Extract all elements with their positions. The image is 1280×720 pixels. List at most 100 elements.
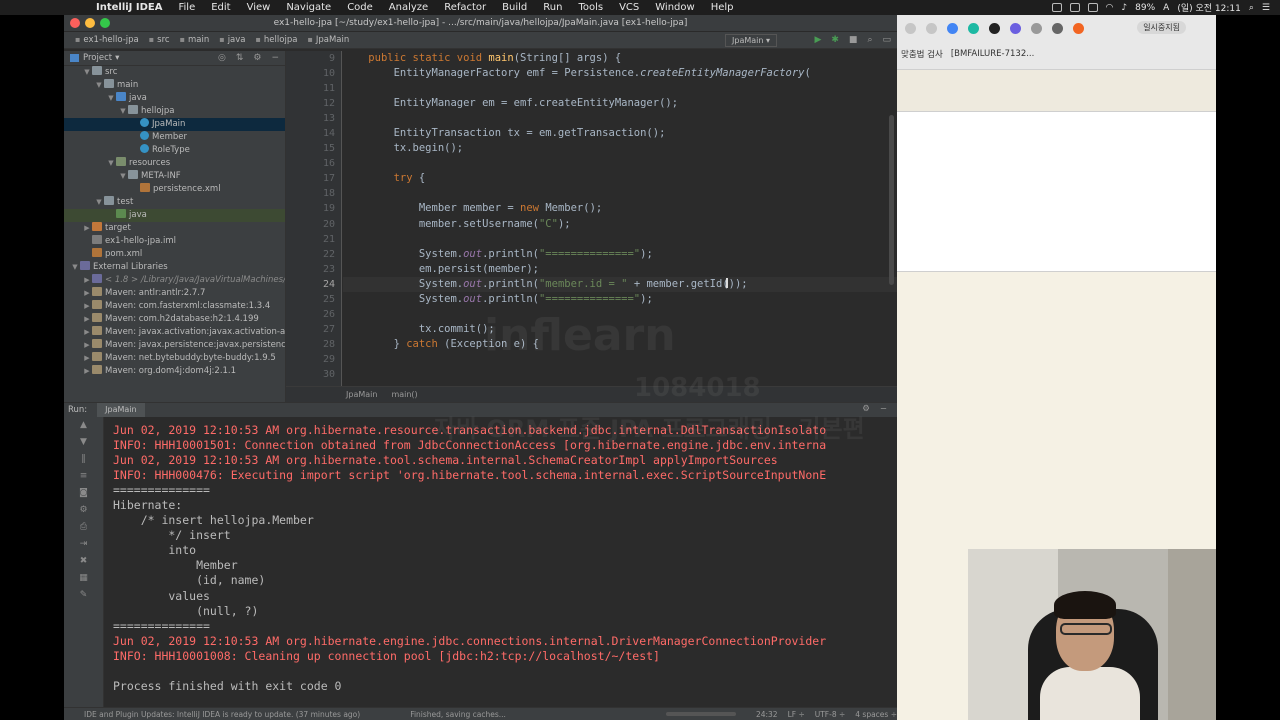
file-encoding[interactable]: UTF-8 ÷ [815,710,846,719]
code-line[interactable]: tx.begin(); [343,141,897,156]
console-output[interactable]: Jun 02, 2019 12:10:53 AM org.hibernate.r… [113,423,888,698]
line-number[interactable]: 11 [286,81,341,96]
code-line[interactable] [343,81,897,96]
menu-vcs[interactable]: VCS [611,2,647,13]
line-number[interactable]: 27 [286,322,341,337]
expand-arrow-icon[interactable]: ▶ [82,339,92,352]
code-line[interactable] [343,232,897,247]
breadcrumb-item[interactable]: JpaMain [302,35,354,45]
line-number[interactable]: 25 [286,292,341,307]
extension-icon[interactable] [968,22,979,34]
breadcrumb-item[interactable]: java [214,35,250,45]
menu-icon[interactable]: ☰ [1262,3,1270,13]
menu-view[interactable]: View [239,2,279,13]
menu-run[interactable]: Run [535,2,570,13]
tree-item[interactable]: pom.xml [64,248,285,261]
code-line[interactable]: public static void main(String[] args) { [343,51,897,66]
expand-arrow-icon[interactable]: ▼ [94,79,104,92]
bookmark-item[interactable]: [BMFAILURE-7132... [951,49,1035,59]
settings-icon[interactable]: ⚙ [64,502,103,519]
code-line[interactable]: member.setUsername("C"); [343,217,897,232]
trash-icon[interactable]: ✖ [64,553,103,570]
soft-wrap-icon[interactable]: ≡ [64,468,103,485]
breadcrumb-item[interactable]: src [144,35,175,45]
code-line[interactable]: EntityTransaction tx = em.getTransaction… [343,126,897,141]
expand-arrow-icon[interactable]: ▼ [106,157,116,170]
expand-arrow-icon[interactable]: ▼ [94,196,104,209]
tree-item[interactable]: ▶ < 1.8 > /Library/Java/JavaVirtualMachin… [64,274,285,287]
rerun-icon[interactable]: ▲ [64,417,103,434]
line-number[interactable]: 15 [286,141,341,156]
search-icon[interactable]: ⌕ [867,35,872,45]
status-icon[interactable] [1069,3,1080,12]
line-number[interactable]: 21 [286,232,341,247]
line-number[interactable]: 13 [286,111,341,126]
code-editor[interactable]: public static void main(String[] args) {… [343,51,897,386]
print-icon[interactable]: ⎙ [64,519,103,536]
expand-arrow-icon[interactable]: ▶ [82,352,92,365]
menu-tools[interactable]: Tools [570,2,611,13]
expand-arrow-icon[interactable]: ▶ [82,274,92,287]
line-number[interactable]: 10 [286,66,341,81]
bookmark-item[interactable]: 맞춤법 검사 [901,48,943,60]
code-line[interactable] [343,307,897,322]
code-line[interactable]: } catch (Exception e) { [343,337,897,352]
expand-arrow-icon[interactable]: ▶ [82,313,92,326]
line-number[interactable]: 17 [286,171,341,186]
line-number[interactable]: 16 [286,156,341,171]
collapse-icon[interactable]: ⇅ [236,53,244,63]
code-line[interactable]: try { [343,171,897,186]
tree-item[interactable]: ▶ Maven: javax.activation:javax.activatio… [64,326,285,339]
expand-arrow-icon[interactable]: ▼ [70,261,80,274]
status-icon[interactable] [1087,3,1098,12]
tree-item[interactable]: ▼ hellojpa [64,105,285,118]
line-number[interactable]: 9 [286,51,341,66]
extension-icon[interactable] [1052,22,1063,34]
expand-arrow-icon[interactable]: ▼ [118,170,128,183]
expand-arrow-icon[interactable]: ▶ [82,300,92,313]
tree-item[interactable]: ▼ java [64,92,285,105]
expand-arrow-icon[interactable]: ▶ [82,365,92,378]
menu-code[interactable]: Code [339,2,381,13]
tree-item[interactable]: ▼ main [64,79,285,92]
layout-icon[interactable]: ▦ [64,570,103,587]
code-line[interactable]: System.out.println("=============="); [343,247,897,262]
extension-icon[interactable] [1073,22,1084,34]
menu-build[interactable]: Build [494,2,535,13]
extension-icon[interactable] [1010,22,1021,34]
tree-item[interactable]: ▶ Maven: antlr:antlr:2.7.7 [64,287,285,300]
target-icon[interactable]: ◎ [218,53,226,63]
menu-help[interactable]: Help [703,2,742,13]
code-line[interactable]: em.persist(member); [343,262,897,277]
expand-arrow-icon[interactable]: ▼ [106,92,116,105]
tree-item[interactable]: ▼ src [64,66,285,79]
camera-icon[interactable]: ◙ [64,485,103,502]
line-number[interactable]: 20 [286,217,341,232]
code-line[interactable] [343,186,897,201]
code-line[interactable] [343,156,897,171]
gear-icon[interactable]: ⚙ [253,53,261,63]
breadcrumb-item[interactable]: hellojpa [251,35,303,45]
gear-icon[interactable]: ⚙ [862,404,870,414]
paused-badge[interactable]: 일시중지됨 [1137,21,1186,34]
expand-arrow-icon[interactable]: ▼ [82,66,92,79]
line-number[interactable]: 30 [286,367,341,382]
line-number[interactable]: 24 [286,277,341,292]
pin-icon[interactable]: ✎ [64,587,103,604]
run-icon[interactable]: ▶ [814,35,821,45]
editor-scrollbar[interactable] [889,115,894,285]
run-tab[interactable]: JpaMain [97,403,145,417]
line-number[interactable]: 28 [286,337,341,352]
clock[interactable]: (일) 오전 12:11 [1177,1,1241,14]
line-number[interactable]: 23 [286,262,341,277]
tree-item[interactable]: ▶ Maven: net.bytebuddy:byte-buddy:1.9.5 [64,352,285,365]
extension-icon[interactable] [905,22,916,34]
expand-arrow-icon[interactable]: ▶ [82,326,92,339]
pause-icon[interactable]: ‖ [64,451,103,468]
tree-item[interactable]: JpaMain [64,118,285,131]
tree-item[interactable]: RoleType [64,144,285,157]
tree-item[interactable]: ▶ Maven: javax.persistence:javax.persiste… [64,339,285,352]
tree-item[interactable]: ▼ test [64,196,285,209]
line-number[interactable]: 26 [286,307,341,322]
extension-icon[interactable] [989,22,1000,34]
